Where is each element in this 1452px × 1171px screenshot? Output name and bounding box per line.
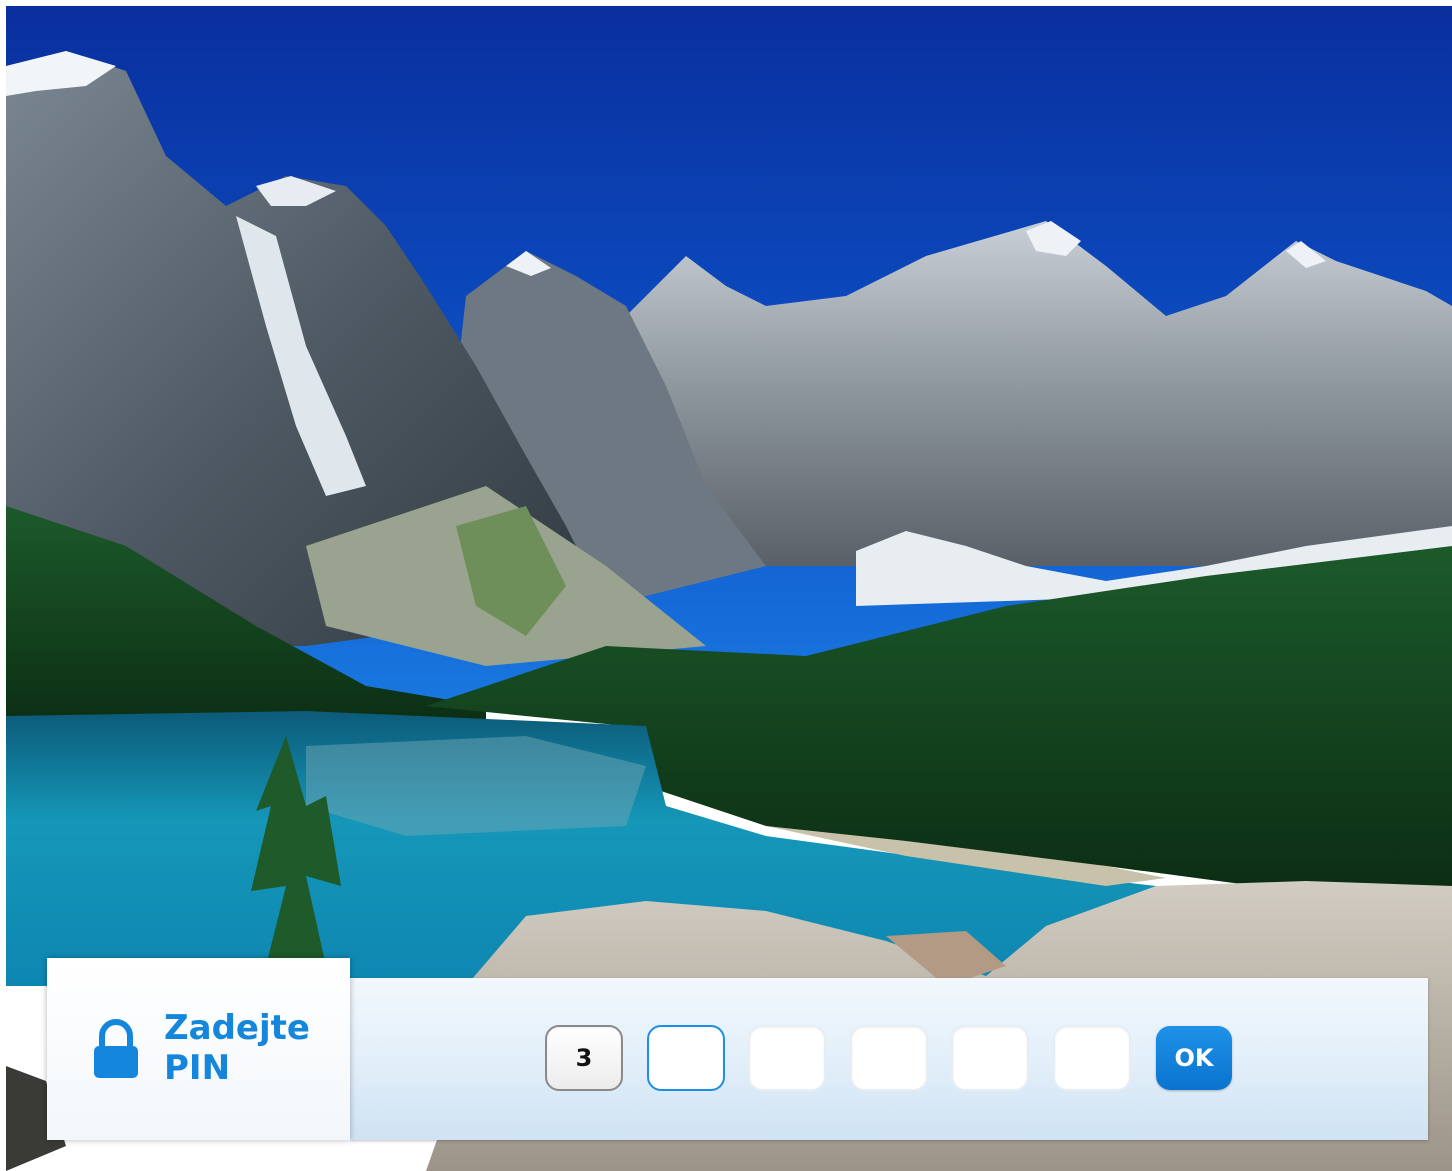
pin-digit-2[interactable] [647,1025,725,1091]
pin-digit-1[interactable]: 3 [545,1025,623,1091]
ok-button[interactable]: OK [1156,1026,1232,1090]
pin-digit-3[interactable] [748,1025,826,1091]
pin-prompt-title: Zadejte PIN [164,1008,310,1088]
pin-digit-4[interactable] [850,1025,928,1091]
pin-digit-5[interactable] [951,1025,1029,1091]
lock-icon [94,1019,138,1078]
pin-digit-6[interactable] [1053,1025,1131,1091]
pin-label-panel: Zadejte PIN [47,958,350,1140]
